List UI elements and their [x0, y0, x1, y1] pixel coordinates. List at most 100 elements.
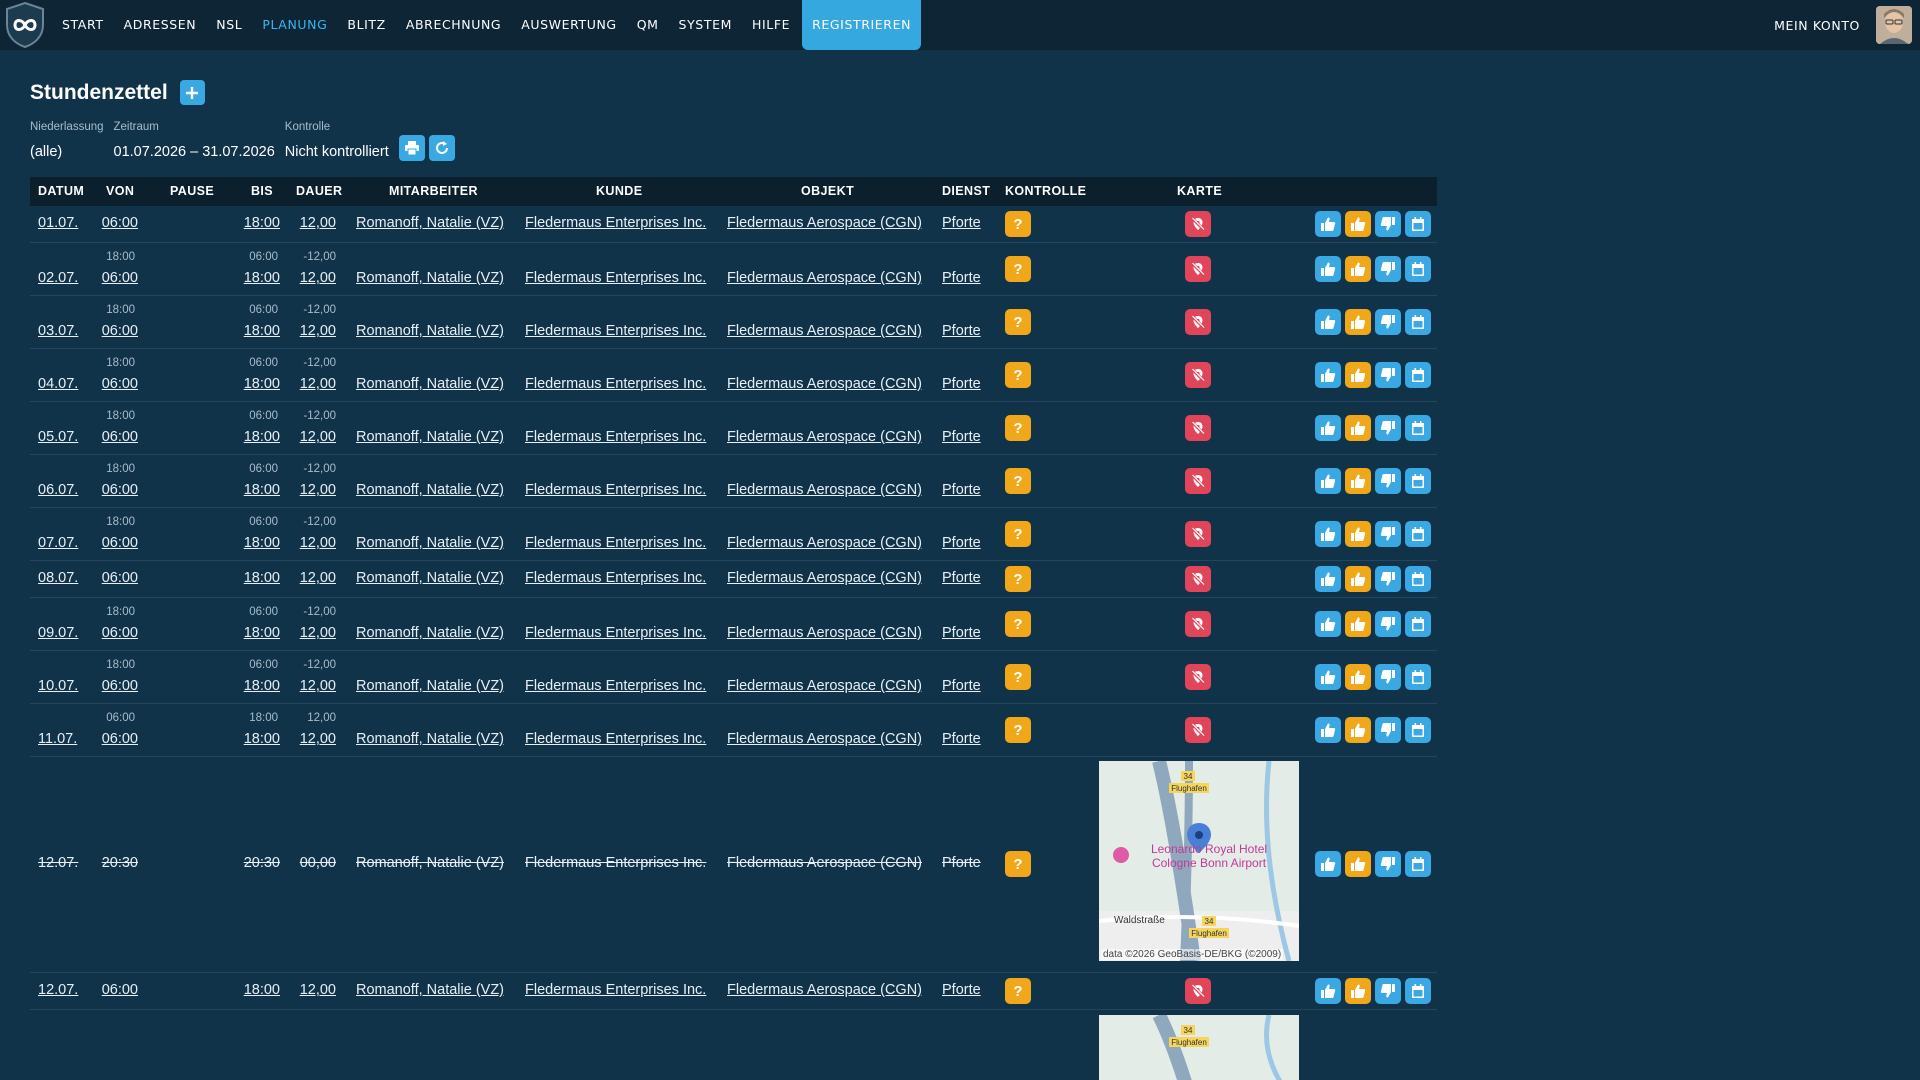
- col-datum[interactable]: DATUM: [38, 177, 84, 206]
- account-menu[interactable]: MEIN KONTO: [1774, 18, 1860, 33]
- object-link[interactable]: Fledermaus Aerospace (CGN): [727, 731, 922, 747]
- map-thumbnail[interactable]: 34 Flughafen: [1099, 1015, 1299, 1080]
- duration-link[interactable]: 12,00: [300, 482, 336, 498]
- start-time-link[interactable]: 06:00: [102, 535, 138, 551]
- start-time-link[interactable]: 06:00: [102, 270, 138, 286]
- reject-button[interactable]: [1375, 256, 1401, 282]
- no-location-button[interactable]: [1185, 717, 1211, 743]
- start-time-link[interactable]: 06:00: [102, 323, 138, 339]
- start-time-link[interactable]: 06:00: [102, 982, 138, 998]
- nav-item-blitz[interactable]: BLITZ: [337, 0, 395, 50]
- calendar-button[interactable]: [1405, 468, 1431, 494]
- no-location-button[interactable]: [1185, 611, 1211, 637]
- object-link[interactable]: Fledermaus Aerospace (CGN): [727, 270, 922, 286]
- calendar-button[interactable]: [1405, 978, 1431, 1004]
- kontrolle-status-button[interactable]: ?: [1005, 664, 1031, 690]
- avatar[interactable]: [1876, 6, 1912, 44]
- approve-with-note-button[interactable]: [1345, 611, 1371, 637]
- object-link[interactable]: Fledermaus Aerospace (CGN): [727, 429, 922, 445]
- reject-button[interactable]: [1375, 362, 1401, 388]
- employee-link[interactable]: Romanoff, Natalie (VZ): [356, 625, 504, 641]
- start-time-link[interactable]: 06:00: [102, 376, 138, 392]
- service-link[interactable]: Pforte: [942, 323, 981, 339]
- service-link[interactable]: Pforte: [942, 270, 981, 286]
- end-time-link[interactable]: 18:00: [244, 731, 280, 747]
- approve-button[interactable]: [1315, 309, 1341, 335]
- service-link[interactable]: Pforte: [942, 570, 981, 586]
- nav-item-qm[interactable]: QM: [627, 0, 669, 50]
- approve-button[interactable]: [1315, 717, 1341, 743]
- no-location-button[interactable]: [1185, 309, 1211, 335]
- object-link[interactable]: Fledermaus Aerospace (CGN): [727, 982, 922, 998]
- start-time-link[interactable]: 06:00: [102, 625, 138, 641]
- logo[interactable]: [0, 0, 50, 50]
- no-location-button[interactable]: [1185, 468, 1211, 494]
- filter-kontrolle-value[interactable]: Nicht kontrolliert: [285, 144, 389, 160]
- start-time-link[interactable]: 06:00: [102, 570, 138, 586]
- col-pause[interactable]: PAUSE: [170, 177, 214, 206]
- reject-button[interactable]: [1375, 664, 1401, 690]
- col-dauer[interactable]: DAUER: [296, 177, 342, 206]
- start-time-link[interactable]: 06:00: [102, 678, 138, 694]
- kontrolle-status-button[interactable]: ?: [1005, 611, 1031, 637]
- date-link[interactable]: 11.07.: [38, 731, 77, 747]
- end-time-link[interactable]: 18:00: [244, 323, 280, 339]
- approve-button[interactable]: [1315, 521, 1341, 547]
- calendar-button[interactable]: [1405, 851, 1431, 877]
- register-button[interactable]: REGISTRIEREN: [802, 0, 922, 50]
- no-location-button[interactable]: [1185, 664, 1211, 690]
- approve-button[interactable]: [1315, 211, 1341, 237]
- filter-niederlassung[interactable]: Niederlassung (alle): [30, 121, 104, 161]
- object-link[interactable]: Fledermaus Aerospace (CGN): [727, 625, 922, 641]
- kontrolle-status-button[interactable]: ?: [1005, 362, 1031, 388]
- approve-button[interactable]: [1315, 664, 1341, 690]
- customer-link[interactable]: Fledermaus Enterprises Inc.: [525, 376, 706, 392]
- customer-link[interactable]: Fledermaus Enterprises Inc.: [525, 625, 706, 641]
- object-link[interactable]: Fledermaus Aerospace (CGN): [727, 215, 922, 231]
- map-thumbnail[interactable]: 34 Flughafen Leonardo Royal Hotel Cologne B…: [1099, 761, 1299, 961]
- approve-with-note-button[interactable]: [1345, 415, 1371, 441]
- end-time-link[interactable]: 18:00: [244, 625, 280, 641]
- date-link[interactable]: 02.07.: [38, 270, 78, 286]
- reject-button[interactable]: [1375, 415, 1401, 441]
- date-link[interactable]: 12.07.: [38, 982, 78, 998]
- approve-button[interactable]: [1315, 256, 1341, 282]
- approve-with-note-button[interactable]: [1345, 211, 1371, 237]
- service-link[interactable]: Pforte: [942, 855, 981, 871]
- nav-item-auswertung[interactable]: AUSWERTUNG: [511, 0, 627, 50]
- col-kontrolle[interactable]: KONTROLLE: [1005, 177, 1086, 206]
- date-link[interactable]: 05.07.: [38, 429, 78, 445]
- customer-link[interactable]: Fledermaus Enterprises Inc.: [525, 855, 706, 871]
- customer-link[interactable]: Fledermaus Enterprises Inc.: [525, 215, 706, 231]
- employee-link[interactable]: Romanoff, Natalie (VZ): [356, 429, 504, 445]
- employee-link[interactable]: Romanoff, Natalie (VZ): [356, 323, 504, 339]
- kontrolle-status-button[interactable]: ?: [1005, 717, 1031, 743]
- no-location-button[interactable]: [1185, 415, 1211, 441]
- date-link[interactable]: 08.07.: [38, 570, 78, 586]
- service-link[interactable]: Pforte: [942, 429, 981, 445]
- approve-button[interactable]: [1315, 415, 1341, 441]
- start-time-link[interactable]: 06:00: [102, 482, 138, 498]
- duration-link[interactable]: 12,00: [300, 570, 336, 586]
- employee-link[interactable]: Romanoff, Natalie (VZ): [356, 215, 504, 231]
- reject-button[interactable]: [1375, 468, 1401, 494]
- calendar-button[interactable]: [1405, 611, 1431, 637]
- reject-button[interactable]: [1375, 717, 1401, 743]
- start-time-link[interactable]: 06:00: [102, 215, 138, 231]
- approve-button[interactable]: [1315, 566, 1341, 592]
- employee-link[interactable]: Romanoff, Natalie (VZ): [356, 270, 504, 286]
- date-link[interactable]: 04.07.: [38, 376, 78, 392]
- start-time-link[interactable]: 06:00: [102, 429, 138, 445]
- kontrolle-status-button[interactable]: ?: [1005, 309, 1031, 335]
- approve-with-note-button[interactable]: [1345, 664, 1371, 690]
- filter-niederlassung-value[interactable]: (alle): [30, 144, 104, 160]
- kontrolle-status-button[interactable]: ?: [1005, 256, 1031, 282]
- employee-link[interactable]: Romanoff, Natalie (VZ): [356, 535, 504, 551]
- approve-with-note-button[interactable]: [1345, 978, 1371, 1004]
- filter-kontrolle[interactable]: Kontrolle Nicht kontrolliert: [285, 121, 389, 161]
- approve-button[interactable]: [1315, 468, 1341, 494]
- approve-button[interactable]: [1315, 362, 1341, 388]
- kontrolle-status-button[interactable]: ?: [1005, 851, 1031, 877]
- employee-link[interactable]: Romanoff, Natalie (VZ): [356, 570, 504, 586]
- approve-with-note-button[interactable]: [1345, 717, 1371, 743]
